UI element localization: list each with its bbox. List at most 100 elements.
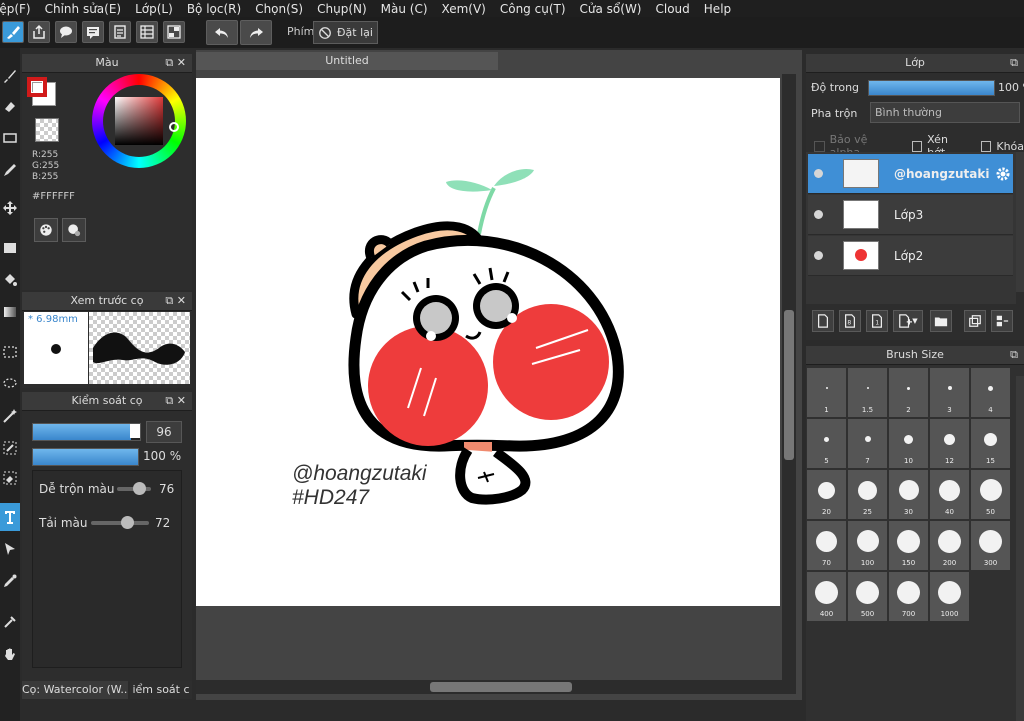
blend-slider[interactable] [117, 482, 151, 495]
brush-size-cell[interactable]: 500 [848, 572, 887, 621]
reset-button[interactable]: Đặt lại [313, 21, 378, 44]
gear-icon[interactable] [995, 166, 1011, 182]
brush-size-cell[interactable]: 700 [889, 572, 928, 621]
document-button[interactable] [109, 21, 131, 43]
tab-brush-control[interactable]: iểm soát c [130, 681, 192, 699]
tool-select-pen[interactable] [0, 434, 20, 462]
new-1bit-layer-button[interactable]: 1 [866, 310, 888, 332]
brush-size-cell[interactable]: 12 [930, 419, 969, 468]
tool-eyedropper[interactable] [0, 567, 20, 595]
new-folder-button[interactable] [930, 310, 952, 332]
tool-gradient[interactable] [0, 298, 20, 326]
tool-text[interactable] [0, 503, 20, 531]
add-layer-dropdown-button[interactable]: ▼ [893, 310, 923, 332]
panel-controls[interactable]: ⧉ ✕ [165, 392, 186, 410]
brush-size-cell[interactable]: 3 [930, 368, 969, 417]
brush-size-cell[interactable]: 100 [848, 521, 887, 570]
visibility-icon[interactable] [814, 169, 823, 178]
hue-marker[interactable] [169, 122, 179, 132]
brush-size-cell[interactable]: 1 [807, 368, 846, 417]
tool-magic-wand[interactable] [0, 402, 20, 430]
tool-hand[interactable] [0, 640, 20, 668]
palette-settings-button[interactable] [62, 218, 86, 242]
brush-size-scrollbar[interactable] [1016, 376, 1024, 721]
menu-item-7[interactable]: Xem(V) [442, 2, 486, 16]
drawing-canvas[interactable]: @hoangzutaki #HD247 [196, 78, 780, 606]
layer-item-lop3[interactable]: Lớp3 [808, 195, 1013, 235]
grid-button[interactable] [163, 21, 185, 43]
saturation-value-square[interactable] [115, 97, 163, 145]
brush-opacity-slider[interactable] [32, 448, 139, 466]
tool-pen[interactable] [0, 156, 20, 184]
brush-size-cell[interactable]: 15 [971, 419, 1010, 468]
blend-mode-select[interactable]: Bình thường [870, 102, 1020, 123]
palette-button[interactable] [34, 218, 58, 242]
tool-fill-rect[interactable] [0, 234, 20, 262]
panel-controls[interactable]: ⧉ ✕ [165, 292, 186, 310]
brush-size-slider[interactable] [32, 423, 141, 441]
brush-size-cell[interactable]: 50 [971, 470, 1010, 519]
tool-move[interactable] [0, 194, 20, 222]
protect-alpha-checkbox[interactable] [814, 140, 825, 152]
layer-list-scrollbar[interactable] [1016, 152, 1024, 292]
brush-size-cell[interactable]: 7 [848, 419, 887, 468]
horizontal-scrollbar[interactable] [196, 680, 796, 694]
menu-item-0[interactable]: Tệp(F) [0, 2, 31, 16]
panel-controls[interactable]: ⧉ ✕ [165, 54, 186, 72]
tool-lasso[interactable] [0, 370, 20, 398]
menu-item-3[interactable]: Bộ lọc(R) [187, 2, 241, 16]
new-halftone-layer-button[interactable]: 8 [839, 310, 861, 332]
brush-size-cell[interactable]: 200 [930, 521, 969, 570]
tool-bucket[interactable] [0, 266, 20, 294]
tool-brush[interactable] [0, 62, 20, 90]
brush-size-value[interactable]: 96 [146, 421, 182, 443]
redo-button[interactable] [240, 20, 272, 45]
layer-list-button[interactable] [136, 21, 158, 43]
menu-item-10[interactable]: Cloud [656, 2, 690, 16]
transparent-color-swatch[interactable] [35, 118, 59, 142]
clipping-checkbox[interactable] [911, 140, 923, 152]
menu-item-4[interactable]: Chọn(S) [255, 2, 303, 16]
color-wheel[interactable] [92, 74, 186, 168]
horizontal-scroll-thumb[interactable] [430, 682, 572, 692]
brush-mode-button[interactable] [2, 21, 24, 43]
tool-operation[interactable] [0, 535, 20, 563]
layer-item-lop2[interactable]: Lớp2 [808, 236, 1013, 276]
vertical-scrollbar[interactable] [782, 74, 796, 686]
share-button[interactable] [28, 21, 50, 43]
new-layer-button[interactable] [812, 310, 834, 332]
menu-item-2[interactable]: Lớp(L) [135, 2, 173, 16]
tab-brush[interactable]: Cọ: Watercolor (W... [22, 681, 128, 699]
visibility-icon[interactable] [814, 251, 823, 260]
brush-size-cell[interactable]: 1.5 [848, 368, 887, 417]
reload-slider[interactable] [91, 516, 149, 529]
brush-size-cell[interactable]: 4 [971, 368, 1010, 417]
menu-item-5[interactable]: Chụp(N) [317, 2, 367, 16]
brush-size-cell[interactable]: 300 [971, 521, 1010, 570]
menu-item-8[interactable]: Công cụ(T) [500, 2, 566, 16]
menu-item-1[interactable]: Chỉnh sửa(E) [45, 2, 122, 16]
merge-layer-button[interactable] [991, 310, 1013, 332]
panel-controls[interactable]: ⧉ [1010, 54, 1018, 72]
brush-size-cell[interactable]: 150 [889, 521, 928, 570]
brush-size-cell[interactable]: 40 [930, 470, 969, 519]
tool-rectangle[interactable] [0, 124, 20, 152]
menu-item-9[interactable]: Cửa sổ(W) [580, 2, 642, 16]
menu-item-6[interactable]: Màu (C) [381, 2, 428, 16]
layer-opacity-slider[interactable] [868, 80, 995, 96]
menu-item-11[interactable]: Help [704, 2, 731, 16]
brush-size-cell[interactable]: 400 [807, 572, 846, 621]
tool-select-rect[interactable] [0, 338, 20, 366]
brush-size-cell[interactable]: 30 [889, 470, 928, 519]
brush-size-cell[interactable]: 1000 [930, 572, 969, 621]
tool-select-eraser[interactable] [0, 464, 20, 492]
brush-size-cell[interactable]: 25 [848, 470, 887, 519]
brush-size-cell[interactable]: 2 [889, 368, 928, 417]
brush-size-cell[interactable]: 10 [889, 419, 928, 468]
tool-dropper-alt[interactable] [0, 608, 20, 636]
duplicate-layer-button[interactable] [964, 310, 986, 332]
layer-item-hoangzutaki[interactable]: @hoangzutaki [808, 154, 1013, 194]
lock-checkbox[interactable] [980, 140, 992, 152]
message-button[interactable] [82, 21, 104, 43]
primary-color-swatch[interactable] [27, 77, 47, 97]
